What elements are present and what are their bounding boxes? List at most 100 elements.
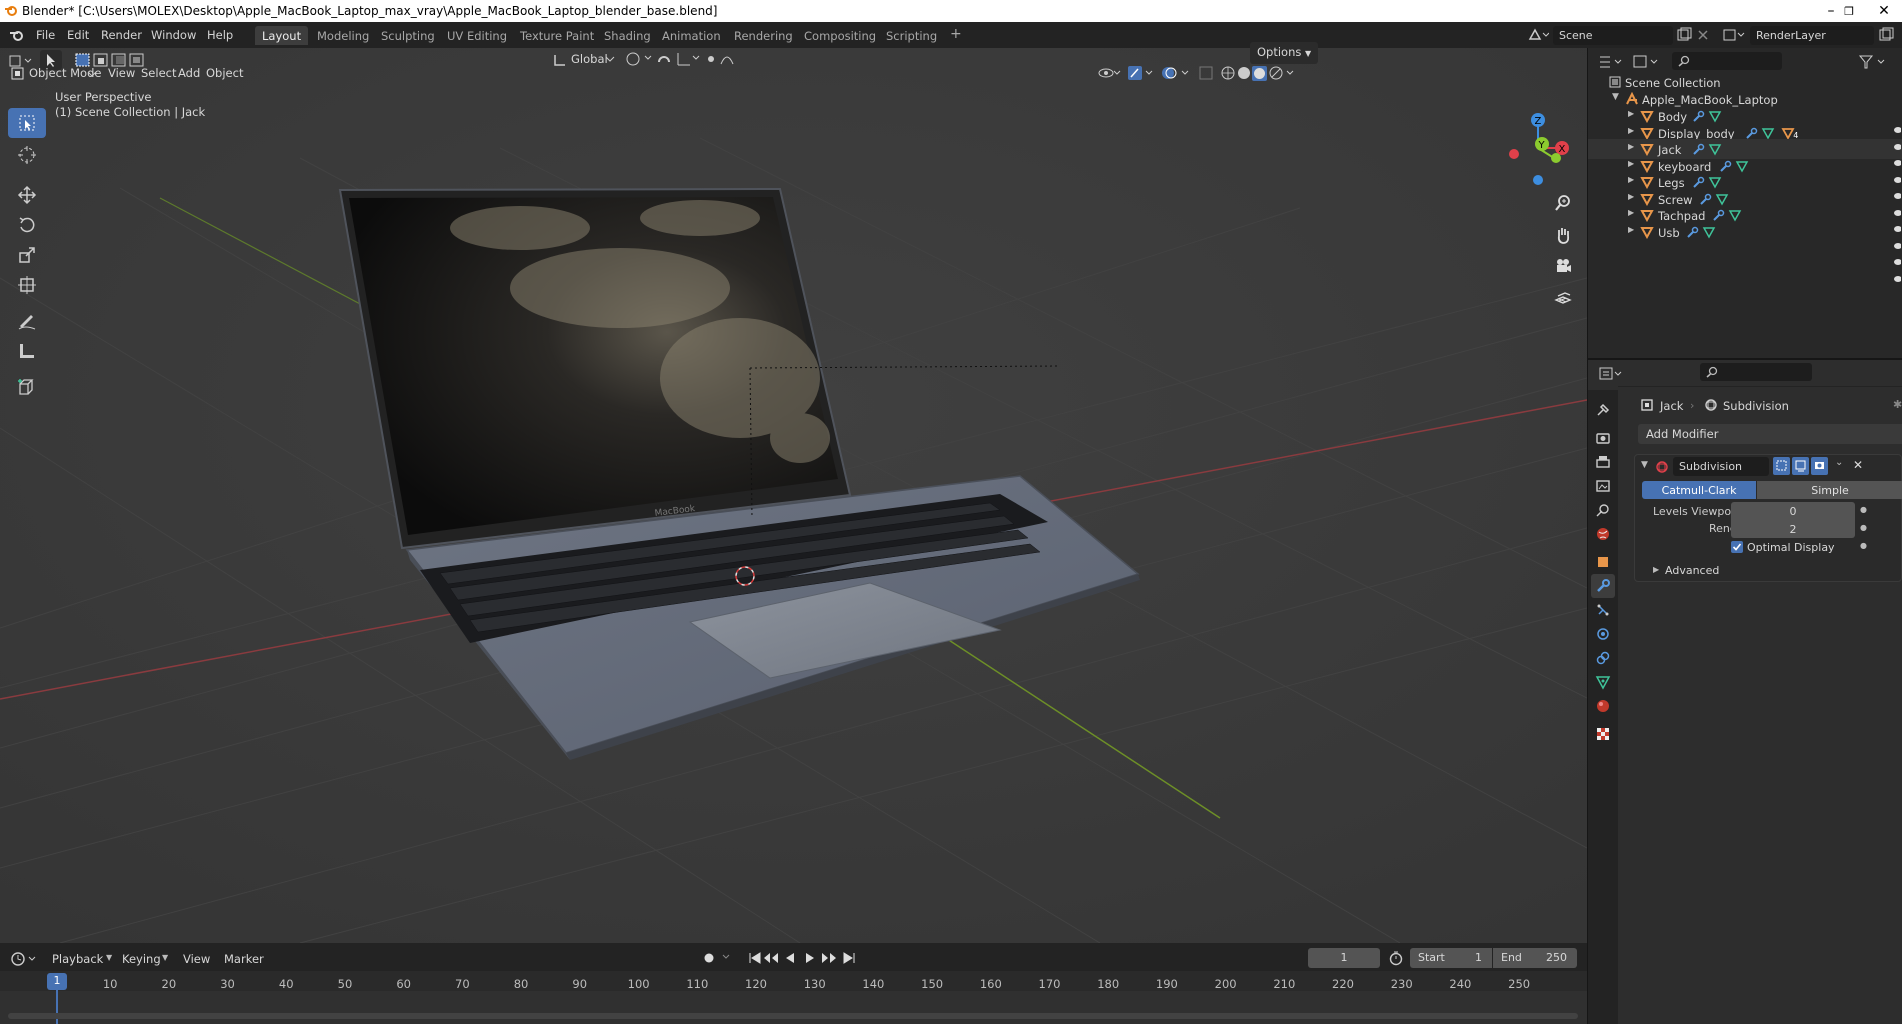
timeline-scrollbar[interactable] <box>8 1013 1578 1019</box>
display-mode-icon[interactable] <box>1632 54 1660 70</box>
tab-view-layer[interactable] <box>1591 474 1615 498</box>
area-divider[interactable] <box>1587 48 1588 1024</box>
move-tool[interactable] <box>8 180 46 210</box>
pan-view-button[interactable] <box>1550 222 1576 248</box>
start-frame-field[interactable]: Start 1 <box>1410 948 1492 968</box>
tab-scene[interactable] <box>1591 498 1615 522</box>
tab-uv-editing[interactable]: UV Editing <box>440 26 514 45</box>
menu-file[interactable]: File <box>36 28 55 42</box>
menu-window[interactable]: Window <box>151 28 196 42</box>
tab-material[interactable] <box>1591 694 1615 718</box>
modifier-and-mesh-icons[interactable] <box>1692 175 1728 189</box>
outliner-item-usb[interactable]: ▶ Usb <box>1588 222 1902 242</box>
collapse-arrow-icon[interactable]: ▼ <box>1641 460 1648 470</box>
render-levels-field[interactable]: 2 <box>1731 520 1855 538</box>
tab-animation[interactable]: Animation <box>655 26 728 45</box>
tab-shading[interactable]: Shading <box>597 26 658 45</box>
menu-view[interactable]: View <box>108 66 135 80</box>
advanced-expand-arrow-icon[interactable]: ▶ <box>1653 565 1659 574</box>
modifier-and-mesh-icons[interactable] <box>1699 192 1735 206</box>
tab-constraints[interactable] <box>1591 646 1615 670</box>
annotate-tool[interactable] <box>8 306 46 336</box>
tab-texture-paint[interactable]: Texture Paint <box>513 26 601 45</box>
modifier-display-toggles[interactable] <box>1773 457 1833 475</box>
animate-property-dot[interactable]: ● <box>1860 523 1867 532</box>
tab-rendering[interactable]: Rendering <box>727 26 800 45</box>
orientation-dropdown[interactable]: Global <box>571 52 608 66</box>
modifier-menu-chevron-icon[interactable]: ⌄ <box>1835 457 1843 468</box>
cursor-tool[interactable] <box>8 140 46 170</box>
remove-modifier-icon[interactable]: ✕ <box>1853 458 1863 472</box>
snapping-pivot-icons[interactable] <box>623 50 743 68</box>
expand-arrow-icon[interactable]: ▶ <box>1628 225 1634 234</box>
tab-data[interactable] <box>1591 670 1615 694</box>
add-cube-tool[interactable] <box>8 372 46 402</box>
modifier-name-field[interactable]: Subdivision <box>1673 457 1769 476</box>
timeline-editor-type-icon[interactable] <box>10 951 38 967</box>
modifier-and-mesh-icons[interactable] <box>1719 159 1755 173</box>
outliner-editor-type-icon[interactable] <box>1598 54 1624 70</box>
close-window-button[interactable]: ✕ <box>1866 0 1902 22</box>
tab-world[interactable] <box>1591 522 1615 546</box>
new-scene-icon[interactable] <box>1676 27 1692 43</box>
tab-texture[interactable] <box>1591 722 1615 746</box>
menu-help[interactable]: Help <box>207 28 233 42</box>
tab-modifiers[interactable] <box>1591 574 1615 598</box>
properties-editor-type-icon[interactable] <box>1598 366 1624 382</box>
tab-scripting[interactable]: Scripting <box>879 26 944 45</box>
expand-arrow-icon[interactable]: ▶ <box>1628 126 1634 135</box>
scene-name-field[interactable]: Scene <box>1553 26 1673 45</box>
ortho-toggle-button[interactable] <box>1550 284 1576 310</box>
visibility-toggles[interactable] <box>1891 126 1901 306</box>
menu-keying[interactable]: Keying <box>122 952 161 966</box>
menu-edit[interactable]: Edit <box>67 28 89 42</box>
scene-selector-icon[interactable] <box>1527 27 1549 43</box>
tab-particles[interactable] <box>1591 598 1615 622</box>
tab-output[interactable] <box>1591 450 1615 474</box>
catmull-clark-option[interactable]: Catmull-Clark <box>1642 481 1756 499</box>
tab-physics[interactable] <box>1591 622 1615 646</box>
playhead-frame-indicator[interactable]: 1 <box>47 973 67 990</box>
modifier-and-mesh-icons[interactable] <box>1692 109 1728 123</box>
menu-object[interactable]: Object <box>206 66 243 80</box>
menu-add[interactable]: Add <box>178 66 200 80</box>
properties-search-input[interactable] <box>1700 363 1812 381</box>
add-workspace-button[interactable]: + <box>943 26 969 45</box>
animate-property-dot[interactable]: ● <box>1860 541 1867 550</box>
menu-marker[interactable]: Marker <box>224 952 264 966</box>
rotate-tool[interactable] <box>8 210 46 240</box>
modifier-and-mesh-icons[interactable] <box>1712 208 1748 222</box>
pin-icon[interactable]: ✱ <box>1893 398 1902 411</box>
menu-playback[interactable]: Playback <box>52 952 103 966</box>
restore-button[interactable]: ❐ <box>1832 0 1866 22</box>
menu-select[interactable]: Select <box>141 66 176 80</box>
expand-arrow-icon[interactable]: ▶ <box>1628 208 1634 217</box>
tab-layout[interactable]: Layout <box>255 26 309 45</box>
expand-arrow-icon[interactable]: ▶ <box>1628 175 1634 184</box>
tab-tool[interactable] <box>1591 398 1615 422</box>
expand-arrow-icon[interactable]: ▼ <box>1612 92 1619 102</box>
view-layer-icon[interactable] <box>1722 27 1746 43</box>
expand-arrow-icon[interactable]: ▶ <box>1628 109 1634 118</box>
expand-arrow-icon[interactable]: ▶ <box>1628 142 1634 151</box>
optimal-display-checkbox[interactable] <box>1731 541 1743 553</box>
navigation-gizmo[interactable]: Z X Y <box>1498 108 1578 188</box>
transform-tool[interactable] <box>8 270 46 300</box>
3d-viewport[interactable]: MacBook <box>0 48 1587 943</box>
menu-view[interactable]: View <box>183 952 210 966</box>
levels-viewport-field[interactable]: 0 <box>1731 502 1855 520</box>
area-divider[interactable] <box>1588 358 1902 360</box>
filter-icon[interactable] <box>1858 54 1894 70</box>
measure-tool[interactable] <box>8 336 46 366</box>
camera-view-button[interactable] <box>1550 253 1576 279</box>
blender-menu-icon[interactable] <box>9 28 25 42</box>
view-layer-field[interactable]: RenderLayer <box>1750 26 1874 45</box>
tab-object[interactable] <box>1591 550 1615 574</box>
remove-scene-icon[interactable] <box>1696 27 1710 43</box>
viewport-display-icons[interactable] <box>1096 64 1296 82</box>
tab-sculpting[interactable]: Sculpting <box>374 26 442 45</box>
menu-render[interactable]: Render <box>101 28 142 42</box>
expand-arrow-icon[interactable]: ▶ <box>1628 192 1634 201</box>
zoom-view-button[interactable] <box>1550 190 1576 216</box>
expand-arrow-icon[interactable]: ▶ <box>1628 159 1634 168</box>
